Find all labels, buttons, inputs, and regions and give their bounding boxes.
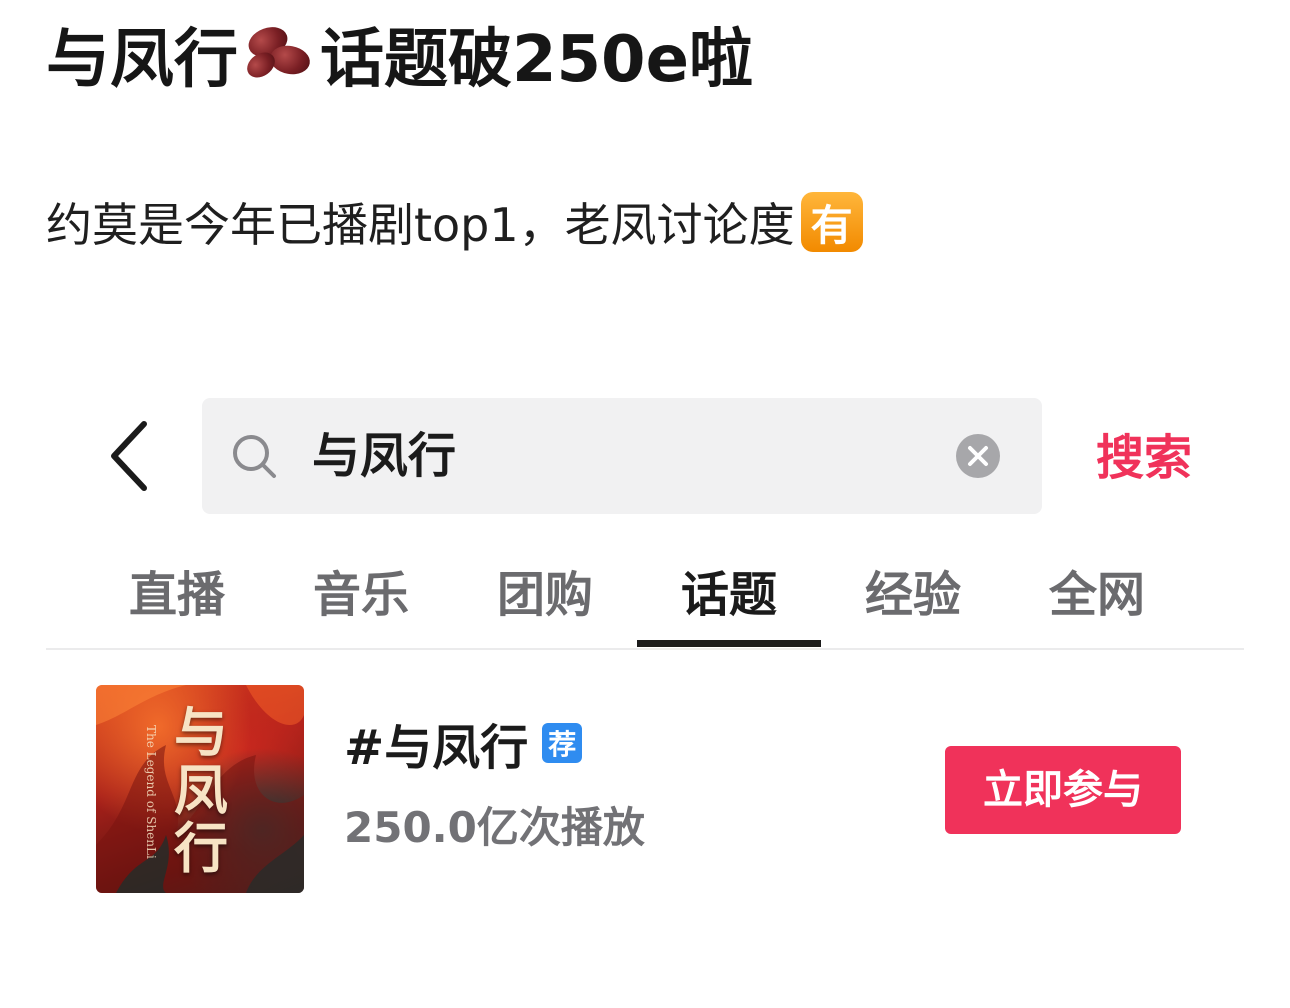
cover-subtitle: The Legend of ShenLi (144, 725, 158, 859)
post-title-text-start: 与凤行 (46, 23, 238, 97)
cover-title: 与凤行 (174, 700, 228, 880)
search-input[interactable]: 与凤行 (202, 398, 1042, 514)
topic-title-text[interactable]: #与凤行 (344, 708, 528, 778)
search-icon (233, 435, 276, 478)
topic-title[interactable]: #与凤行 荐 (344, 708, 583, 778)
post-body-text: 约莫是今年已播剧top1，老凤讨论度 (46, 198, 795, 252)
join-button[interactable]: 立即参与 (945, 746, 1181, 834)
recommend-badge: 荐 (542, 723, 583, 763)
topic-cover-image: The Legend of ShenLi 与凤行 (96, 685, 304, 893)
red-bean-icon (242, 22, 316, 86)
post-title-text-end: 话题破250e啦 (320, 23, 753, 97)
tab-music[interactable]: 音乐 (269, 560, 453, 630)
search-query[interactable]: 与凤行 (312, 424, 456, 488)
you-emoji-icon: 有 (800, 192, 863, 252)
embedded-search-screenshot: 与凤行 搜索 直播 音乐 团购 话题 经验 全网 The Legend of S… (0, 380, 1290, 940)
tab-topics[interactable]: 话题 (637, 560, 821, 630)
search-button[interactable]: 搜索 (1096, 426, 1192, 490)
post-body: 约莫是今年已播剧top1，老凤讨论度 有 (46, 186, 863, 258)
topic-result-item[interactable]: The Legend of ShenLi 与凤行 #与凤行 荐 250.0亿次播… (0, 680, 1290, 900)
tabs-divider (46, 648, 1244, 650)
tab-group-buy[interactable]: 团购 (453, 560, 637, 630)
tab-whole-web[interactable]: 全网 (1005, 560, 1189, 630)
active-tab-indicator (637, 640, 821, 647)
play-count: 250.0亿次播放 (344, 803, 645, 852)
tab-live[interactable]: 直播 (85, 560, 269, 630)
back-arrow-icon[interactable] (104, 418, 160, 494)
tab-experience[interactable]: 经验 (821, 560, 1005, 630)
category-tabs: 直播 音乐 团购 话题 经验 全网 (0, 548, 1290, 648)
clear-icon[interactable] (954, 432, 1002, 480)
post-title: 与凤行 话题破250e啦 (46, 12, 753, 97)
